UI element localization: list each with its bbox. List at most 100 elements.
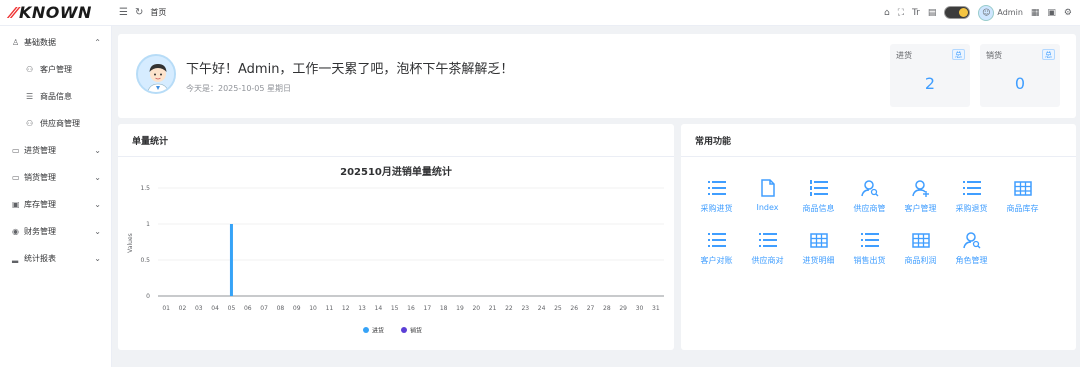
chart-legend[interactable]: 进货 销货: [363, 327, 422, 335]
card-title: 常用功能: [681, 124, 1076, 157]
function-label: 销售出货: [853, 256, 886, 265]
legend-swatch: [363, 327, 369, 333]
function-label: 采购退货: [955, 204, 988, 213]
x-tick-label: 01: [162, 305, 170, 312]
user-menu[interactable]: ☺ Admin: [978, 4, 1023, 21]
stat-tag: 总: [952, 49, 965, 60]
function-shortcut[interactable]: 客户管理: [895, 176, 946, 224]
x-tick-label: 29: [619, 305, 627, 312]
card-title: 单量统计: [118, 124, 674, 157]
font-size-icon[interactable]: Tr: [912, 8, 920, 18]
x-tick-label: 12: [342, 305, 350, 312]
bar-进货-05[interactable]: [229, 224, 233, 296]
y-tick-label: 0: [146, 293, 150, 300]
avatar: [136, 54, 176, 94]
function-shortcut[interactable]: 采购退货: [946, 176, 997, 224]
sidebar-item-suppliers[interactable]: ⚇ 供应商管理: [0, 110, 111, 137]
quick-functions-card: 常用功能 采购进货 Index 商品信息 供应商管 客户管理 采购退货 商品库存客户对账 供应…: [681, 124, 1076, 350]
user-search-icon: [860, 176, 879, 200]
function-shortcut[interactable]: 供应商对: [742, 228, 793, 276]
sidebar-item-sales[interactable]: ▭ 销货管理 ⌄: [0, 164, 111, 191]
stat-title: 销货: [986, 51, 1002, 60]
x-tick-label: 26: [570, 305, 578, 312]
stat-title: 进货: [896, 51, 912, 60]
function-shortcut[interactable]: 销售出货: [844, 228, 895, 276]
chevron-down-icon: ⌄: [94, 173, 101, 182]
stat-value: 0: [1014, 74, 1026, 93]
logo[interactable]: ⁄⁄ KNOWN: [0, 0, 112, 26]
y-tick-label: 1.5: [140, 185, 150, 192]
sidebar-item-finance[interactable]: ◉ 财务管理 ⌄: [0, 218, 111, 245]
x-tick-label: 13: [358, 305, 366, 312]
logo-text: KNOWN: [19, 3, 92, 22]
sidebar-item-reports[interactable]: ▂ 统计报表 ⌄: [0, 245, 111, 272]
sidebar-item-products[interactable]: ☰ 商品信息: [0, 83, 111, 110]
legend-label: 销货: [410, 327, 422, 335]
function-shortcut[interactable]: 采购进货: [691, 176, 742, 224]
function-label: 商品信息: [802, 204, 835, 213]
sidebar-item-label: 统计报表: [24, 254, 56, 263]
message-icon[interactable]: ▦: [1031, 8, 1040, 18]
avatar-illustration: [138, 56, 174, 92]
sidebar-item-label: 进货管理: [24, 146, 56, 155]
refresh-icon[interactable]: ↻: [135, 7, 143, 18]
x-tick-label: 09: [293, 305, 301, 312]
x-axis-ticks: 01 02 03 04 05 06 07 08 09 10 11 12 13 14 15 16 17 18 19 20…: [162, 305, 659, 312]
x-tick-label: 31: [652, 305, 660, 312]
function-label: 商品利润: [904, 256, 937, 265]
legend-item[interactable]: 进货: [363, 327, 384, 335]
function-shortcut[interactable]: 供应商管: [844, 176, 895, 224]
chart-grid: 0 0.5 1 1.5: [140, 185, 664, 300]
function-label: 进货明细: [802, 256, 835, 265]
sidebar-item-inventory[interactable]: ▣ 库存管理 ⌄: [0, 191, 111, 218]
legend-item[interactable]: 销货: [401, 327, 422, 335]
theme-toggle[interactable]: [944, 6, 971, 19]
function-label: 采购进货: [700, 204, 733, 213]
function-shortcut[interactable]: 商品利润: [895, 228, 946, 276]
sidebar-item-purchase[interactable]: ▭ 进货管理 ⌄: [0, 137, 111, 164]
function-label: 客户管理: [904, 204, 937, 213]
settings-icon[interactable]: ⚙: [1064, 8, 1072, 18]
stat-tag: 总: [1042, 49, 1055, 60]
breadcrumb[interactable]: 首页: [150, 7, 166, 18]
avatar: ☺: [978, 4, 995, 21]
sidebar-item-label: 销货管理: [24, 173, 56, 182]
top-bar: ⁄⁄ KNOWN ☰ ↻ 首页 ⌂ ⛶ Tr ▤ ☺ Admin ▦ ▣ ⚙: [0, 0, 1080, 26]
table-icon: [911, 228, 930, 252]
menu-fold-icon[interactable]: ☰: [119, 7, 128, 18]
sidebar-item-label: 客户管理: [40, 65, 72, 74]
x-tick-label: 20: [472, 305, 480, 312]
x-tick-label: 05: [228, 305, 236, 312]
function-shortcut[interactable]: 角色管理: [946, 228, 997, 276]
box-icon: ▣: [12, 200, 20, 209]
x-tick-label: 23: [521, 305, 529, 312]
x-tick-label: 30: [636, 305, 644, 312]
file-icon: [760, 176, 775, 200]
function-shortcut[interactable]: 商品信息: [793, 176, 844, 224]
outbox-icon: ▭: [12, 173, 20, 182]
function-shortcut[interactable]: Index: [742, 176, 793, 224]
sidebar-item-label: 财务管理: [24, 227, 56, 236]
home-icon[interactable]: ⌂: [884, 8, 890, 18]
fullscreen-icon[interactable]: ⛶: [898, 8, 904, 18]
list-icon: [860, 228, 879, 252]
ordered-list-icon: [809, 176, 828, 200]
sidebar-item-customers[interactable]: ⚇ 客户管理: [0, 56, 111, 83]
inbox-icon: ▭: [12, 146, 20, 155]
layout-icon[interactable]: ▤: [928, 8, 937, 18]
list-icon: [962, 176, 981, 200]
function-shortcut[interactable]: 进货明细: [793, 228, 844, 276]
grid-icon[interactable]: ▣: [1047, 8, 1056, 18]
function-label: Index: [756, 203, 779, 212]
function-shortcut[interactable]: 商品库存: [997, 176, 1048, 224]
chevron-down-icon: ⌄: [94, 254, 101, 263]
list-icon: [758, 228, 777, 252]
x-tick-label: 21: [489, 305, 497, 312]
chevron-down-icon: ⌄: [94, 146, 101, 155]
x-tick-label: 07: [260, 305, 268, 312]
date-text: 今天是：2025-10-05 星期日: [186, 84, 292, 93]
function-label: 商品库存: [1006, 204, 1039, 213]
sidebar-item-basic-data[interactable]: ♙ 基础数据 ⌃: [0, 29, 111, 56]
function-shortcut[interactable]: 客户对账: [691, 228, 742, 276]
x-tick-label: 04: [211, 305, 219, 312]
